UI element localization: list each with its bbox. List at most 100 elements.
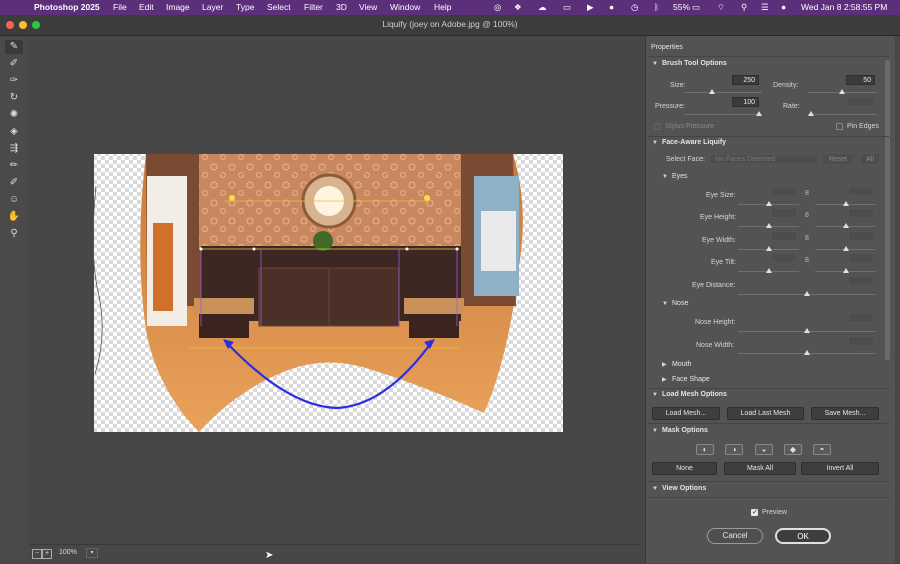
collapse-arrow-icon[interactable]: ▼ [652, 61, 658, 67]
view-options-header[interactable]: View Options [662, 485, 706, 492]
wifi-icon[interactable]: ⌔ [717, 2, 725, 13]
cancel-button[interactable]: Cancel [707, 528, 763, 544]
invert-all-button[interactable]: Invert All [801, 462, 879, 475]
dropbox-icon[interactable]: ❖ [514, 2, 522, 13]
collapse-arrow-icon[interactable]: ▼ [652, 486, 658, 492]
menu-type[interactable]: Type [236, 2, 254, 12]
thaw-mask-tool-icon[interactable]: ✐ [5, 176, 23, 190]
forward-warp-tool-icon[interactable]: ✎ [5, 40, 23, 54]
play-icon[interactable]: ▶ [587, 2, 594, 13]
preview-checkbox[interactable]: ✓ [751, 509, 758, 516]
pucker-tool-icon[interactable]: ✺ [5, 108, 23, 122]
menu-view[interactable]: View [359, 2, 377, 12]
bloat-tool-icon[interactable]: ◈ [5, 125, 23, 139]
twirl-clockwise-tool-icon[interactable]: ↻ [5, 91, 23, 105]
mask-options-header[interactable]: Mask Options [662, 427, 708, 434]
pressure-input[interactable]: 100 [732, 97, 759, 107]
zoom-in-icon[interactable]: + [42, 549, 52, 559]
eye-size-left-input[interactable] [771, 186, 797, 196]
link-icon[interactable]: 8 [805, 257, 809, 264]
select-face-dropdown[interactable]: No Faces Detected [710, 154, 818, 164]
density-slider-thumb[interactable] [839, 89, 845, 94]
app-name[interactable]: Photoshop 2025 [34, 2, 100, 12]
zoom-out-icon[interactable]: − [32, 549, 42, 559]
face-tool-icon[interactable]: ☺ [5, 193, 23, 207]
collapse-arrow-icon[interactable]: ▼ [662, 301, 668, 307]
eye-height-right-input[interactable] [848, 208, 874, 218]
subtract-from-selection-icon[interactable]: ◒ [755, 444, 773, 455]
load-last-mesh-button[interactable]: Load Last Mesh [727, 407, 804, 420]
face-shape-header[interactable]: Face Shape [672, 376, 710, 383]
expand-arrow-icon[interactable]: ▶ [662, 376, 667, 383]
menu-window[interactable]: Window [390, 2, 420, 12]
link-icon[interactable]: 8 [805, 190, 809, 197]
whatsapp-icon[interactable]: ◎ [494, 2, 501, 13]
sync-icon[interactable]: ☁ [538, 2, 547, 13]
screen-icon[interactable]: ▭ [563, 2, 571, 13]
reconstruct-tool-icon[interactable]: ✐ [5, 57, 23, 71]
replace-selection-icon[interactable]: ◐ [696, 444, 714, 455]
menu-edit[interactable]: Edit [139, 2, 154, 12]
size-slider-thumb[interactable] [709, 89, 715, 94]
pressure-slider-thumb[interactable] [756, 111, 762, 116]
menu-3d[interactable]: 3D [336, 2, 347, 12]
intersect-selection-icon[interactable]: ◆ [784, 444, 802, 455]
eye-size-right-input[interactable] [848, 186, 874, 196]
load-mesh-button[interactable]: Load Mesh... [652, 407, 720, 420]
eye-distance-input[interactable] [848, 276, 874, 286]
reset-button[interactable]: Reset [822, 153, 854, 165]
eyes-header[interactable]: Eyes [672, 173, 688, 180]
pin-edges-checkbox[interactable] [836, 123, 843, 130]
size-slider[interactable] [684, 92, 762, 93]
battery-icon[interactable]: ▭ [692, 2, 700, 13]
smooth-tool-icon[interactable]: ✑ [5, 74, 23, 88]
mask-all-button[interactable]: Mask All [724, 462, 796, 475]
menu-select[interactable]: Select [267, 2, 291, 12]
rate-slider-thumb[interactable] [808, 111, 814, 116]
brush-options-header[interactable]: Brush Tool Options [662, 60, 727, 67]
collapse-arrow-icon[interactable]: ▼ [652, 392, 658, 398]
collapse-arrow-icon[interactable]: ▼ [652, 428, 658, 434]
nose-header[interactable]: Nose [672, 300, 688, 307]
collapse-arrow-icon[interactable]: ▼ [662, 174, 668, 180]
density-input[interactable]: 50 [846, 75, 875, 85]
nose-height-input[interactable] [848, 313, 874, 323]
siri-icon[interactable]: ● [781, 2, 786, 12]
expand-arrow-icon[interactable]: ▶ [662, 361, 667, 368]
dot-icon[interactable]: ● [609, 2, 614, 12]
face-aware-header[interactable]: Face-Aware Liquify [662, 139, 726, 146]
pressure-slider[interactable] [684, 114, 762, 115]
control-center-icon[interactable]: ☰ [761, 2, 769, 13]
size-input[interactable]: 250 [732, 75, 759, 85]
rate-input[interactable] [846, 97, 875, 107]
hand-icon[interactable]: ✋ [5, 210, 23, 224]
eye-width-left-input[interactable] [771, 231, 797, 241]
mouth-header[interactable]: Mouth [672, 361, 691, 368]
zoom-icon[interactable]: ⚲ [5, 227, 23, 241]
all-button[interactable]: All [860, 153, 880, 165]
canvas-area[interactable] [29, 36, 640, 544]
menu-filter[interactable]: Filter [304, 2, 323, 12]
stylus-pressure-checkbox[interactable] [654, 123, 661, 130]
menu-help[interactable]: Help [434, 2, 451, 12]
menu-layer[interactable]: Layer [202, 2, 223, 12]
menu-image[interactable]: Image [166, 2, 190, 12]
bluetooth-icon[interactable]: ᛒ [654, 2, 659, 12]
search-icon[interactable]: ⚲ [741, 2, 747, 13]
add-to-selection-icon[interactable]: ◑ [725, 444, 743, 455]
collapse-arrow-icon[interactable]: ▼ [652, 140, 658, 146]
push-left-tool-icon[interactable]: ⇶ [5, 142, 23, 156]
nose-width-input[interactable] [848, 336, 874, 346]
link-icon[interactable]: 8 [805, 235, 809, 242]
invert-selection-icon[interactable]: ◓ [813, 444, 831, 455]
menu-file[interactable]: File [113, 2, 127, 12]
freeze-mask-tool-icon[interactable]: ✏ [5, 159, 23, 173]
link-icon[interactable]: 8 [805, 212, 809, 219]
eye-tilt-left-input[interactable] [771, 253, 797, 263]
rate-slider[interactable] [808, 114, 877, 115]
load-mesh-header[interactable]: Load Mesh Options [662, 391, 727, 398]
mask-none-button[interactable]: None [652, 462, 717, 475]
zoom-dropdown-chevron-icon[interactable]: ▾ [86, 548, 98, 558]
save-mesh-button[interactable]: Save Mesh... [811, 407, 879, 420]
ok-button[interactable]: OK [775, 528, 831, 544]
